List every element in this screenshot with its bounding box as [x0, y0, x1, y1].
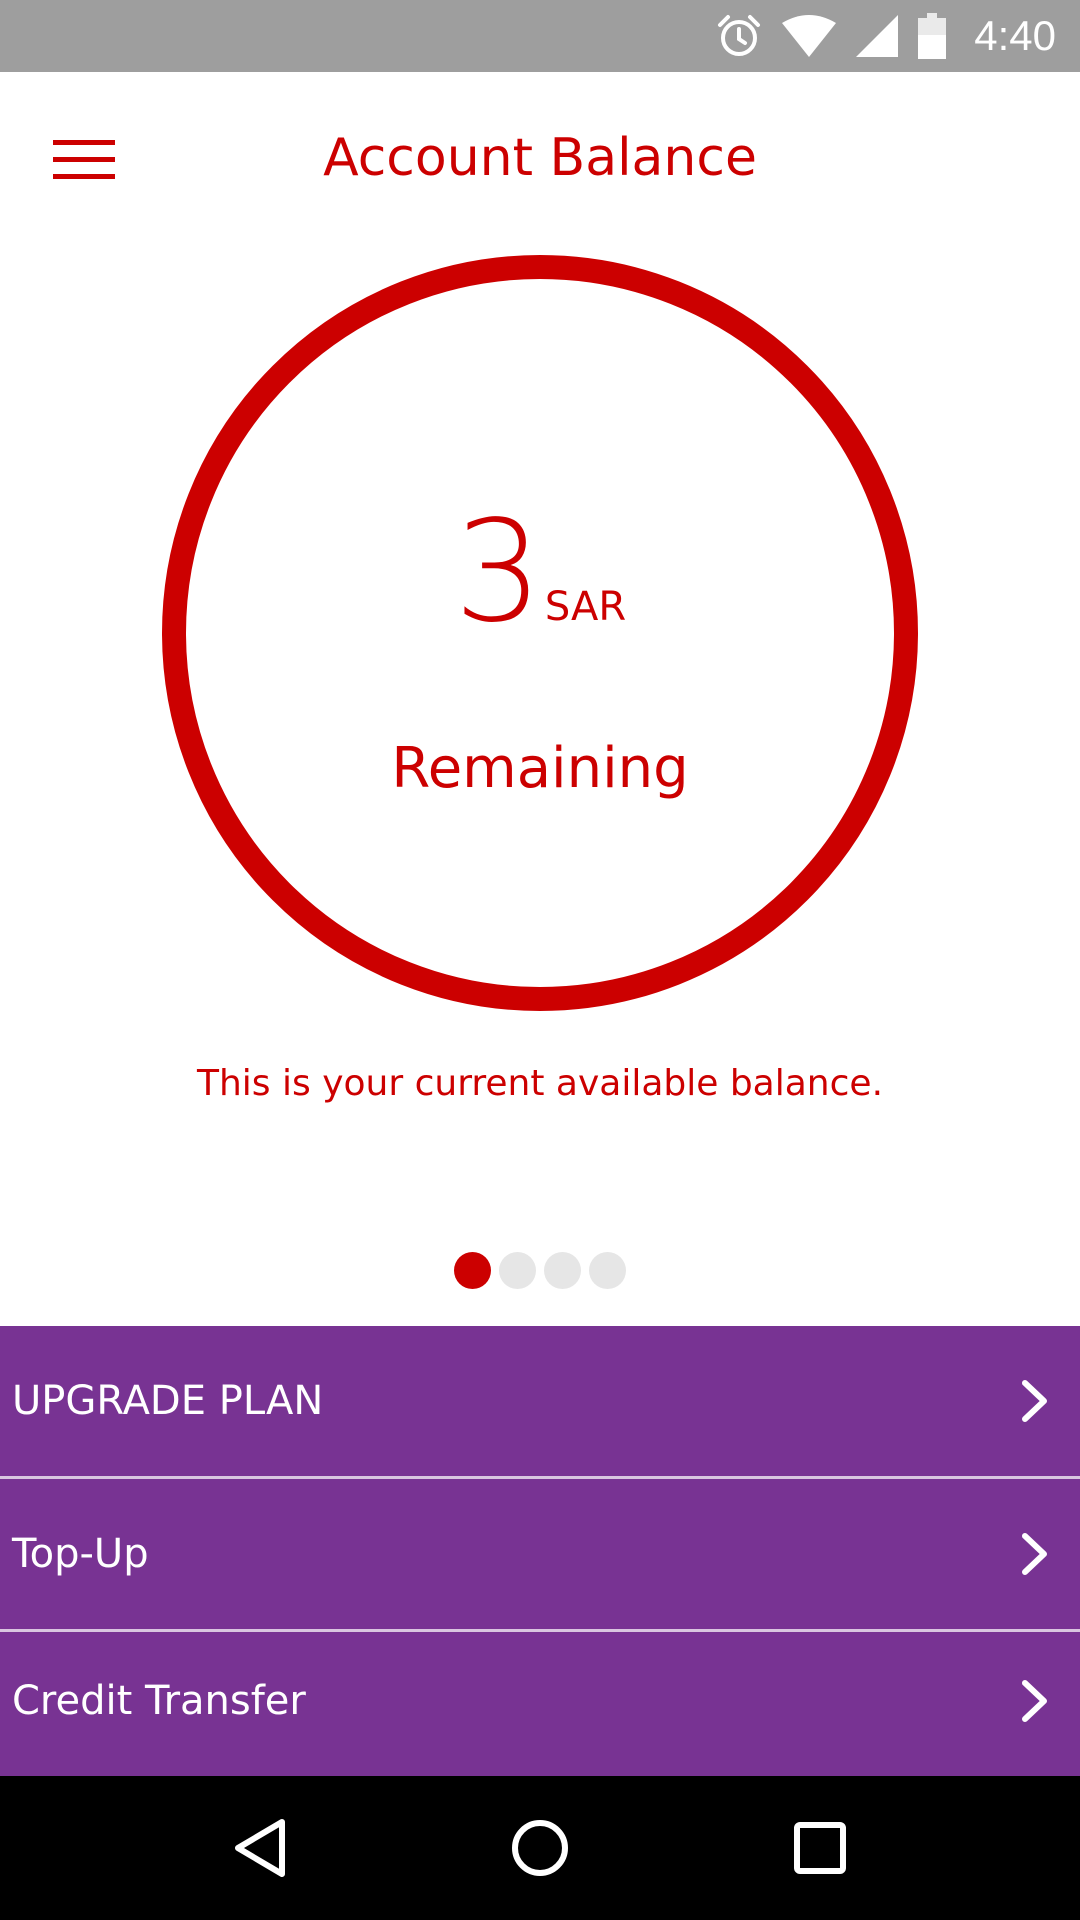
credit-transfer-button[interactable]: Credit Transfer: [0, 1626, 1080, 1776]
home-button[interactable]: [480, 1788, 600, 1908]
page-dot-1[interactable]: [454, 1252, 491, 1289]
alarm-icon: [716, 13, 762, 59]
status-bar: 4:40: [0, 0, 1080, 72]
page-dot-4[interactable]: [589, 1252, 626, 1289]
wifi-icon: [782, 15, 837, 57]
navigation-bar: [0, 1776, 1080, 1920]
remaining-label: Remaining: [391, 736, 689, 801]
page-indicator: [0, 1252, 1080, 1290]
balance-ring[interactable]: 3 SAR Remaining: [160, 253, 920, 1013]
action-list: UPGRADE PLAN Top-Up Credit Transfer: [0, 1326, 1080, 1776]
recents-button[interactable]: [760, 1788, 880, 1908]
balance-caption: This is your current available balance.: [196, 1063, 884, 1104]
back-button[interactable]: [200, 1788, 320, 1908]
page-dot-2[interactable]: [499, 1252, 536, 1289]
balance-amount: 3 SAR: [160, 503, 920, 643]
cell-signal-icon: [856, 15, 899, 57]
chevron-right-icon: [1022, 1380, 1047, 1422]
home-icon: [512, 1820, 568, 1876]
upgrade-plan-label: UPGRADE PLAN: [12, 1378, 324, 1424]
upgrade-plan-button[interactable]: UPGRADE PLAN: [0, 1326, 1080, 1476]
back-icon: [235, 1819, 285, 1877]
page-dot-3[interactable]: [544, 1252, 581, 1289]
screen: 4:40 Account Balance 3 SAR Remaining This…: [0, 0, 1080, 1920]
balance-currency: SAR: [544, 584, 627, 630]
battery-icon: [918, 13, 947, 59]
chevron-right-icon: [1022, 1680, 1047, 1722]
credit-transfer-label: Credit Transfer: [12, 1678, 306, 1724]
page-title: Account Balance: [323, 128, 757, 188]
top-up-label: Top-Up: [12, 1531, 149, 1577]
balance-value: 3: [453, 491, 543, 654]
status-time: 4:40: [974, 12, 1056, 59]
app-header: Account Balance: [0, 72, 1080, 248]
chevron-right-icon: [1022, 1533, 1047, 1575]
recents-icon: [794, 1822, 846, 1874]
top-up-button[interactable]: Top-Up: [0, 1479, 1080, 1629]
